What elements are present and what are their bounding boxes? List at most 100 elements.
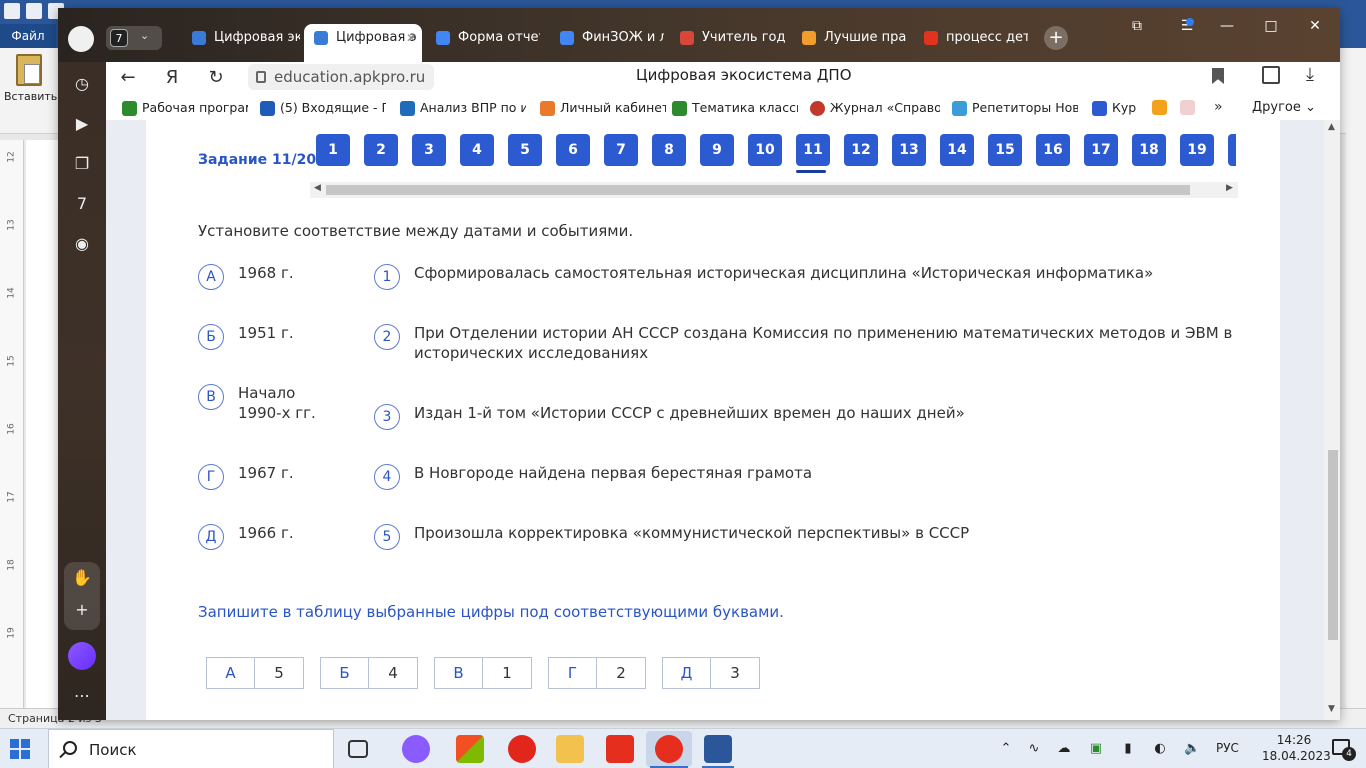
word-file-tab[interactable]: Файл bbox=[0, 24, 56, 48]
yandex-icon[interactable]: Я bbox=[160, 66, 184, 90]
answer-input[interactable]: 3 bbox=[711, 658, 759, 688]
question-button[interactable]: 1 bbox=[316, 134, 350, 166]
clock-date[interactable]: 18.04.2023 bbox=[1262, 749, 1331, 763]
question-button[interactable]: 16 bbox=[1036, 134, 1070, 166]
bookmark-item[interactable]: Рабочая програм bbox=[122, 99, 248, 117]
volume-icon[interactable]: 🔈 bbox=[1184, 741, 1200, 757]
opera-icon[interactable] bbox=[508, 735, 536, 763]
question-button[interactable]: 19 bbox=[1180, 134, 1214, 166]
download-icon[interactable]: ⤓ bbox=[1306, 64, 1314, 85]
browser-tab[interactable]: Лучшие прак bbox=[792, 24, 906, 52]
question-button[interactable]: 7 bbox=[604, 134, 638, 166]
alice-taskbar-icon[interactable] bbox=[402, 735, 430, 763]
start-button[interactable] bbox=[10, 739, 30, 759]
browser-tab-active[interactable]: Цифровая э ✕ bbox=[304, 24, 422, 62]
browser-tab[interactable]: Цифровая эк bbox=[182, 24, 300, 52]
battery-icon[interactable]: ▮ bbox=[1120, 741, 1136, 757]
answer-input[interactable]: 5 bbox=[255, 658, 303, 688]
bookmark-item[interactable]: Журнал «Справоч bbox=[810, 99, 940, 117]
back-icon[interactable]: ← bbox=[116, 66, 140, 90]
question-button-current[interactable]: 11 bbox=[796, 134, 830, 166]
browser-tab[interactable]: процесс дет bbox=[914, 24, 1028, 52]
screenshot-icon[interactable]: ◉ bbox=[70, 232, 94, 256]
bookmark-item[interactable]: Кур bbox=[1092, 99, 1140, 117]
answer-input[interactable]: 2 bbox=[597, 658, 645, 688]
question-button[interactable]: 9 bbox=[700, 134, 734, 166]
question-button[interactable]: 15 bbox=[988, 134, 1022, 166]
question-button[interactable]: 18 bbox=[1132, 134, 1166, 166]
notes-icon[interactable]: ❐ bbox=[70, 152, 94, 176]
hand-icon[interactable]: ✋ bbox=[70, 566, 94, 590]
question-button[interactable]: 5 bbox=[508, 134, 542, 166]
address-bar[interactable]: education.apkpro.ru bbox=[248, 64, 434, 90]
question-button[interactable]: 17 bbox=[1084, 134, 1118, 166]
browser-tab[interactable]: Форма отчет bbox=[426, 24, 540, 52]
browser-tab[interactable]: Учитель года bbox=[670, 24, 786, 52]
word-right-scrollbar[interactable] bbox=[1346, 48, 1366, 708]
envelope-icon[interactable] bbox=[1152, 100, 1167, 115]
taskbar-search[interactable]: Поиск bbox=[48, 729, 334, 768]
word-document-page[interactable] bbox=[26, 140, 58, 710]
question-button[interactable]: 12 bbox=[844, 134, 878, 166]
language-indicator[interactable]: РУС bbox=[1216, 741, 1239, 755]
scroll-right-icon[interactable]: ▶ bbox=[1226, 183, 1233, 193]
network-icon[interactable]: ∿ bbox=[1026, 741, 1042, 757]
word-icon[interactable] bbox=[704, 735, 732, 763]
browser-tab[interactable]: ФинЗОЖ и л bbox=[550, 24, 664, 52]
bookmark-icon[interactable] bbox=[1212, 68, 1224, 84]
chevron-up-icon[interactable]: ⌃ bbox=[998, 741, 1014, 757]
question-button-partial[interactable] bbox=[1228, 134, 1236, 166]
more-icon[interactable]: ⋯ bbox=[70, 684, 94, 708]
alice-assistant-icon[interactable] bbox=[68, 642, 96, 670]
collections-icon[interactable]: ⧉ bbox=[1126, 18, 1148, 38]
question-button[interactable]: 13 bbox=[892, 134, 926, 166]
tab-counter-button[interactable]: 7 ⌄ bbox=[106, 26, 162, 50]
add-icon[interactable]: + bbox=[70, 598, 94, 622]
maximize-icon[interactable]: □ bbox=[1260, 18, 1282, 38]
bear-icon[interactable] bbox=[1180, 100, 1195, 115]
security-icon[interactable]: ▣ bbox=[1088, 741, 1104, 757]
save-icon[interactable] bbox=[26, 3, 42, 19]
scroll-left-icon[interactable]: ◀ bbox=[314, 183, 321, 193]
reload-icon[interactable]: ↻ bbox=[204, 66, 228, 90]
yandex-app-icon[interactable] bbox=[606, 735, 634, 763]
collections-icon[interactable] bbox=[1262, 66, 1280, 84]
cloud-icon[interactable]: ☁ bbox=[1056, 741, 1072, 757]
bookmark-item[interactable]: Тематика классны bbox=[672, 99, 798, 117]
history-icon[interactable]: ◷ bbox=[70, 72, 94, 96]
minimize-icon[interactable]: — bbox=[1216, 18, 1238, 38]
yandex-browser-logo-icon[interactable] bbox=[68, 26, 94, 52]
store-icon[interactable] bbox=[456, 735, 484, 763]
paste-button[interactable]: Вставить bbox=[4, 52, 57, 118]
clock-time[interactable]: 14:26 bbox=[1268, 733, 1320, 747]
question-button[interactable]: 6 bbox=[556, 134, 590, 166]
question-button[interactable]: 14 bbox=[940, 134, 974, 166]
new-tab-button[interactable]: + bbox=[1044, 26, 1068, 50]
more-bookmarks-icon[interactable]: » bbox=[1214, 99, 1223, 115]
question-button[interactable]: 8 bbox=[652, 134, 686, 166]
bookmark-item[interactable]: Анализ ВПР по ис bbox=[400, 99, 526, 117]
scrollbar-thumb[interactable] bbox=[326, 185, 1190, 195]
question-button[interactable]: 3 bbox=[412, 134, 446, 166]
question-button[interactable]: 2 bbox=[364, 134, 398, 166]
yandex-browser-taskbar-active[interactable] bbox=[646, 731, 692, 767]
notification-center-button[interactable]: 4 bbox=[1332, 739, 1356, 761]
vertical-scrollbar[interactable]: ▲ ▼ bbox=[1324, 120, 1340, 720]
bookmark-item[interactable]: Репетиторы Нови bbox=[952, 99, 1078, 117]
window-close-icon[interactable]: ✕ bbox=[1304, 18, 1326, 38]
other-bookmarks-button[interactable]: Другое ⌄ bbox=[1252, 100, 1316, 115]
wifi-icon[interactable]: ◐ bbox=[1152, 741, 1168, 757]
horizontal-scrollbar[interactable]: ◀ ▶ bbox=[310, 182, 1238, 198]
bookmark-item[interactable]: Личный кабинет bbox=[540, 99, 666, 117]
scroll-up-icon[interactable]: ▲ bbox=[1328, 122, 1335, 132]
play-icon[interactable]: ▶ bbox=[70, 112, 94, 136]
scroll-down-icon[interactable]: ▼ bbox=[1328, 704, 1335, 714]
tab-count-icon[interactable]: 7 bbox=[70, 192, 94, 216]
close-icon[interactable]: ✕ bbox=[406, 24, 416, 52]
bookmark-item[interactable]: (5) Входящие - По bbox=[260, 99, 386, 117]
answer-input[interactable]: 1 bbox=[483, 658, 531, 688]
task-view-icon[interactable] bbox=[348, 740, 368, 758]
file-explorer-icon[interactable] bbox=[556, 735, 584, 763]
question-button[interactable]: 4 bbox=[460, 134, 494, 166]
scrollbar-thumb[interactable] bbox=[1328, 450, 1338, 640]
